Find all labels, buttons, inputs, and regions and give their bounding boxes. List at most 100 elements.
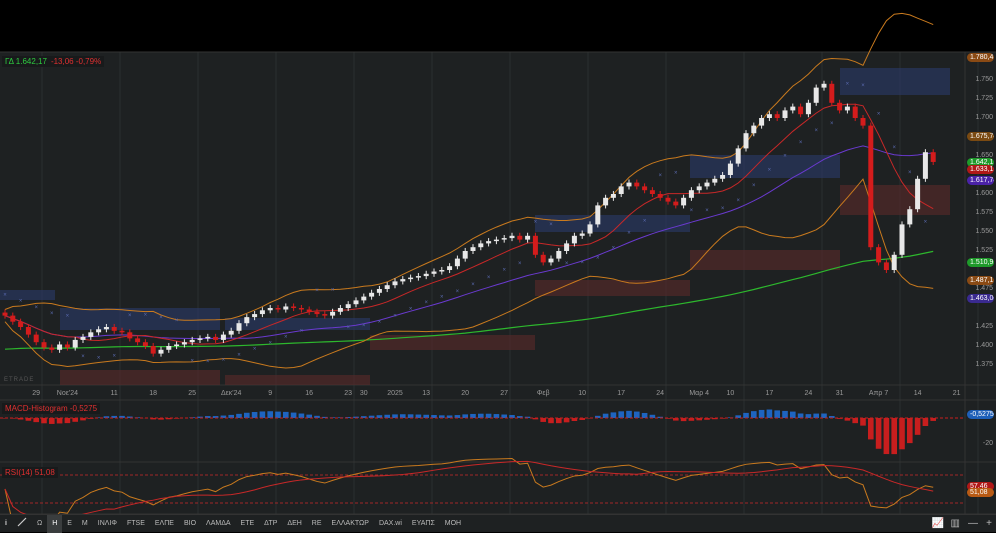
candle-body [736, 148, 741, 163]
toolbar-item[interactable]: FTSE [122, 515, 150, 533]
rsi-signal-line [5, 461, 933, 514]
chart-canvas[interactable]: ××××××××××××××××××××××××××××××××××××××××… [0, 0, 996, 514]
sar-marker: × [814, 128, 818, 134]
candle-body [829, 84, 834, 103]
symbol-price: ΓΔ 1.642,17 [5, 57, 47, 66]
toolbar-item[interactable]: ΙΝΛΙΦ [93, 515, 122, 533]
macd-legend[interactable]: MACD-Histogram -0,5275 [2, 403, 100, 414]
macd-bar [634, 412, 640, 418]
date-axis-tick: 24 [804, 390, 812, 397]
candle-body [556, 251, 561, 259]
candle-body [892, 255, 897, 270]
macd-bar [884, 418, 890, 454]
candle-body [541, 255, 546, 263]
price-axis-tick: 1.750 [975, 76, 993, 83]
candle-body [65, 344, 70, 347]
macd-bar [41, 418, 47, 423]
candle-body [533, 236, 538, 255]
date-axis-tick: 16 [305, 390, 313, 397]
sar-marker: × [612, 246, 616, 252]
sar-marker: × [19, 298, 23, 304]
sar-marker: × [721, 206, 725, 212]
sar-marker: × [144, 313, 148, 319]
sar-marker: × [34, 305, 38, 311]
toolbar-item[interactable]: ΕΥΑΠΣ [407, 515, 440, 533]
date-axis-tick: 29 [32, 390, 40, 397]
sar-marker: × [752, 183, 756, 189]
zone-box [690, 250, 840, 270]
macd-value-tag: -0,5275 [967, 410, 994, 419]
candle-body [907, 209, 912, 224]
sar-marker: × [331, 288, 335, 294]
candle-body [182, 342, 187, 344]
candle-body [291, 306, 296, 308]
toolbar-item[interactable]: ΛΑΜΔΑ [201, 515, 236, 533]
toolbar-item[interactable]: ΔΕΗ [282, 515, 306, 533]
macd-bar [813, 414, 819, 418]
price-axis-tick: 1.525 [975, 247, 993, 254]
candle-body [268, 308, 273, 310]
toolbar-item[interactable]: ΔΤΡ [259, 515, 282, 533]
macd-bar [252, 412, 258, 418]
volume-bars-icon[interactable]: ▥ [951, 515, 960, 533]
candle-body [595, 205, 600, 224]
date-axis-tick: 31 [836, 390, 844, 397]
toolbar-item[interactable]: ΜΟΗ [440, 515, 466, 533]
zone-box [535, 280, 690, 296]
candle-body [346, 304, 351, 308]
date-axis-tick: 27 [500, 390, 508, 397]
sar-marker: × [861, 83, 865, 89]
candle-body [471, 247, 476, 251]
candle-body [900, 224, 905, 254]
draw-line-icon[interactable] [12, 515, 32, 533]
candle-body [88, 332, 93, 337]
macd-bar [299, 414, 305, 418]
candle-body [853, 107, 858, 118]
sar-marker: × [768, 168, 772, 174]
candle-body [775, 114, 780, 118]
zoom-out-button[interactable]: — [968, 515, 978, 533]
toolbar-item[interactable]: ΕΛΛΑΚΤΩΡ [327, 515, 374, 533]
sar-marker: × [222, 358, 226, 364]
candle-body [650, 190, 655, 194]
toolbar-item[interactable]: ΒΙΟ [179, 515, 201, 533]
candle-body [361, 297, 366, 301]
toolbar-item[interactable]: Ω [32, 515, 47, 533]
candle-body [198, 338, 203, 340]
candle-body [790, 107, 795, 111]
price-axis-tick: 1.475 [975, 285, 993, 292]
sar-marker: × [3, 293, 7, 299]
candle-body [549, 259, 554, 263]
candle-body [572, 236, 577, 244]
candle-body [744, 133, 749, 148]
toolbar-item[interactable]: RE [307, 515, 327, 533]
macd-bar [767, 410, 773, 418]
toolbar-item[interactable]: Ε [62, 515, 77, 533]
toolbar-item[interactable]: ΕΤΕ [236, 515, 260, 533]
sar-marker: × [549, 222, 553, 228]
date-axis-tick: 9 [268, 390, 272, 397]
info-icon[interactable]: i [0, 515, 12, 533]
macd-bar [72, 418, 78, 422]
macd-bar [486, 414, 492, 418]
sar-marker: × [565, 261, 569, 267]
toolbar-item[interactable]: DAX.wi [374, 515, 407, 533]
toolbar-item[interactable]: ΕΛΠΕ [150, 515, 179, 533]
toolbar-item[interactable]: Η [47, 515, 62, 533]
candle-body [666, 198, 671, 202]
candle-body [112, 327, 117, 331]
toolbar-item[interactable]: Μ [77, 515, 93, 533]
candle-body [104, 327, 109, 329]
candle-body [400, 279, 405, 281]
zoom-in-button[interactable]: + [986, 515, 992, 533]
macd-bar [462, 414, 468, 418]
macd-bar [283, 412, 289, 418]
zone-box [0, 290, 55, 300]
sar-marker: × [362, 323, 366, 329]
candle-body [307, 310, 312, 312]
candle-body [143, 342, 148, 346]
rsi-legend[interactable]: RSI(14) 51,08 [2, 467, 58, 478]
chart-type-icon[interactable]: 📈 [932, 515, 944, 533]
candle-body [385, 285, 390, 289]
candle-body [408, 278, 413, 280]
